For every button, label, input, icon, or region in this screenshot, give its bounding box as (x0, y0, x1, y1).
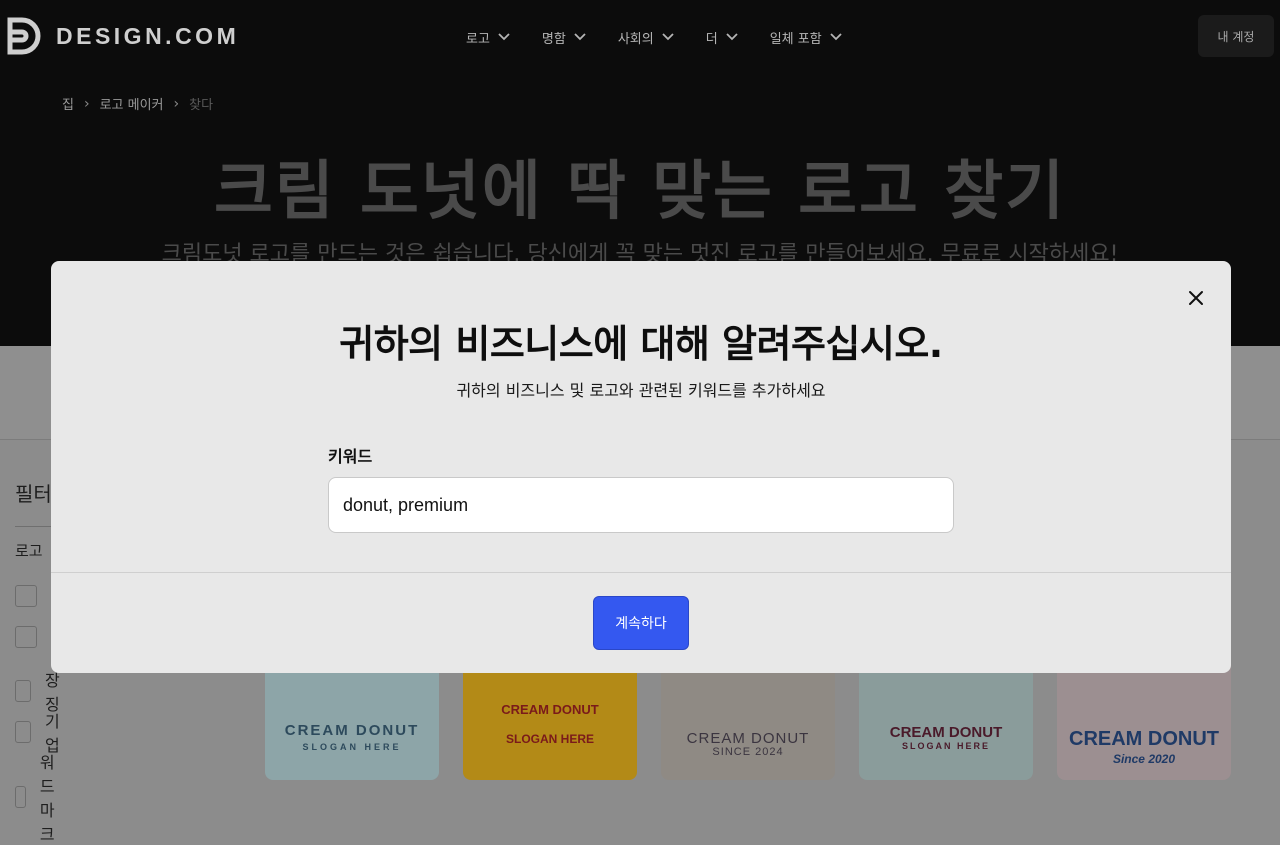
card-tagline: SLOGAN HERE (302, 742, 402, 752)
modal-divider (51, 572, 1231, 573)
filter-option[interactable] (15, 626, 51, 648)
chevron-down-icon (574, 33, 586, 41)
site-logo[interactable]: DESIGN.COM (6, 16, 239, 56)
keyword-input[interactable] (328, 477, 954, 533)
breadcrumb-home[interactable]: 집 (62, 94, 74, 113)
filter-option-label: 워드마크 (39, 753, 55, 844)
nav-item-all-inclusive[interactable]: 일체 포함 (770, 26, 842, 48)
card-tagline: Since 2020 (1112, 752, 1176, 766)
logo-text: DESIGN.COM (56, 22, 240, 49)
close-icon[interactable] (1185, 287, 1207, 309)
card-name: CREAM DONUT (1069, 728, 1219, 750)
chevron-right-icon: › (173, 95, 180, 112)
keyword-label: 키워드 (328, 447, 373, 466)
filter-option[interactable] (15, 585, 51, 607)
chevron-down-icon (726, 33, 738, 41)
filter-group-label: 로고 (15, 542, 43, 560)
filter-checkbox[interactable] (15, 585, 37, 607)
modal-title: 귀하의 비즈니스에 대해 알려주십시오. (339, 322, 943, 366)
nav-item-label: 로고 (466, 31, 490, 47)
chevron-right-icon: › (83, 95, 90, 112)
main-nav: 로고 명함 사회의 더 일체 포함 (466, 26, 842, 48)
nav-item-logo[interactable]: 로고 (466, 26, 510, 48)
nav-item-label: 명함 (541, 31, 566, 47)
breadcrumb: 집 › 로고 메이커 › 찾다 (62, 94, 214, 114)
chevron-down-icon (662, 33, 674, 41)
filter-checkbox[interactable] (15, 721, 32, 743)
nav-item-label: 일체 포함 (769, 31, 822, 47)
page-title: 크림 도넛에 딱 맞는 로고 찾기 (214, 155, 1066, 229)
card-name: CREAM DONUT (686, 730, 810, 747)
nav-item-business-card[interactable]: 명함 (542, 26, 586, 48)
card-tagline: SLOGAN HERE (505, 732, 594, 746)
filter-checkbox[interactable] (15, 786, 26, 808)
my-account-button[interactable]: 내 계정 (1198, 15, 1274, 57)
nav-item-label: 더 (705, 31, 718, 47)
continue-button[interactable]: 계속하다 (593, 596, 689, 650)
business-keywords-modal: 귀하의 비즈니스에 대해 알려주십시오. 귀하의 비즈니스 및 로고와 관련된 … (51, 261, 1231, 673)
filter-option-wordmark[interactable]: 워드마크 (15, 749, 66, 845)
card-tagline: SLOGAN HERE (901, 741, 990, 751)
logo-mark-icon (7, 17, 41, 55)
nav-item-label: 사회의 (617, 31, 654, 47)
card-name: CREAM DONUT (284, 722, 420, 739)
filter-title: 필터 (15, 482, 52, 506)
modal-subtitle: 귀하의 비즈니스 및 로고와 관련된 키워드를 추가하세요 (456, 381, 826, 400)
chevron-down-icon (830, 33, 842, 41)
nav-item-more[interactable]: 더 (706, 26, 738, 48)
filter-checkbox[interactable] (15, 626, 37, 648)
card-name: CREAM DONUT (889, 724, 1003, 741)
card-tagline: SINCE 2024 (712, 746, 784, 758)
chevron-down-icon (498, 33, 510, 41)
breadcrumb-current: 찾다 (189, 98, 214, 113)
filter-checkbox[interactable] (15, 680, 32, 702)
breadcrumb-logo-maker[interactable]: 로고 메이커 (100, 94, 164, 113)
card-name: CREAM DONUT (501, 702, 599, 717)
nav-item-social[interactable]: 사회의 (618, 26, 674, 48)
